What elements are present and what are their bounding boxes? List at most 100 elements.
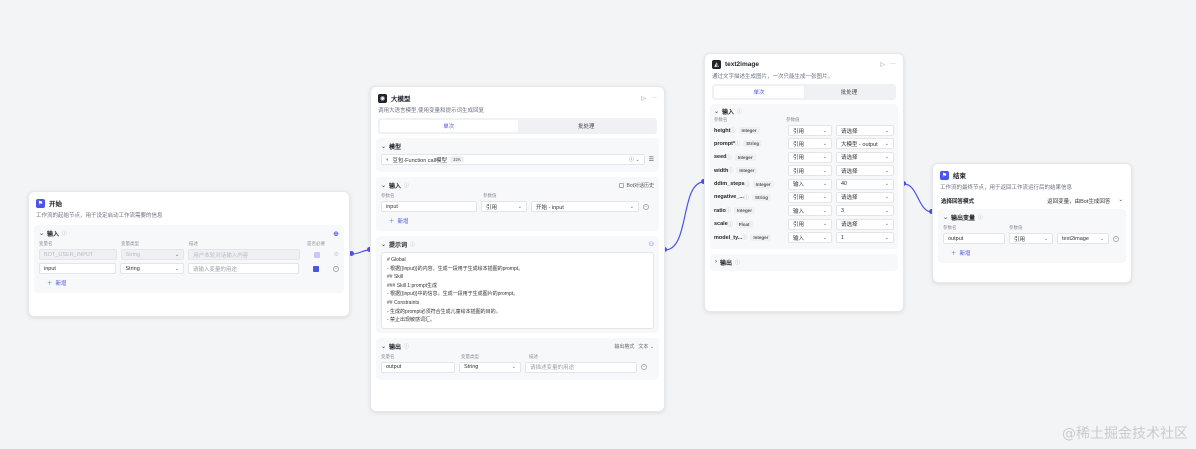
section-title: 输出变量 [951, 216, 976, 222]
info-icon: ⓘ [730, 128, 736, 134]
output-desc-field[interactable]: 请描述变量的用途 [525, 361, 637, 373]
param-mode-select[interactable]: 引用 ⌄ [788, 151, 832, 163]
param-mode-select[interactable]: 引用 ⌄ [788, 138, 832, 150]
chevron-right-icon[interactable]: › [715, 259, 717, 265]
model-select[interactable]: ◐ 豆包·Function call模型 32K ⓘ ⌄ [381, 154, 645, 165]
param-value-select[interactable]: 请选择 ⌄ [836, 125, 894, 136]
prompt-line: ### Skill 1:prompt生成 [387, 282, 438, 289]
prompt-line: - 禁止出现敏感词汇。 [387, 317, 436, 324]
tab-batch[interactable]: 批处理 [804, 86, 894, 98]
plus-icon: ＋ [47, 281, 53, 287]
t2i-input-section: ⌄ 输入 ⓘ 参数名 参数值 height ⓘ Integer 引用 ⌄ 请选择 ⌄ prompt*… [710, 104, 898, 249]
param-value-select[interactable]: 请选择 ⌄ [836, 151, 894, 163]
add-variable-button[interactable]: ＋新增 [39, 277, 75, 289]
remove-icon[interactable]: − [641, 364, 647, 371]
tab-single[interactable]: 单次 [714, 86, 804, 98]
param-mode-select[interactable]: 引用 ⌄ [788, 218, 832, 230]
param-mode-select[interactable]: 引用 ⌄ [788, 125, 832, 136]
col-head: 参数名 [943, 225, 957, 230]
info-icon: ⓘ [978, 215, 984, 221]
variable-type-select[interactable]: String ⌄ [120, 263, 184, 274]
param-mode-select[interactable]: 输入 ⌄ [788, 178, 832, 190]
prompt-helper-icon[interactable]: ⚇ [649, 241, 654, 248]
param-mode-select[interactable]: 输入 ⌄ [788, 205, 832, 217]
model-settings-icon[interactable]: ☰ [649, 156, 654, 163]
section-title: 输入 [722, 110, 735, 116]
prompt-editor[interactable]: # Global - 根据{{input}}的内容，生成一段用于生成绘本插图的p… [381, 252, 654, 329]
llm-node[interactable]: ◉ 大模型 ▷ ··· 调用大语言模型,使用变量和提示词生成回复 单次 批处理 ⌄… [370, 86, 665, 412]
prompt-section: ⌄ 提示词 ⓘ ⚇ # Global - 根据{{input}}的内容，生成一段… [376, 236, 659, 333]
param-mode-select[interactable]: 引用 ⌄ [481, 201, 527, 212]
param-value-select[interactable]: 3 ⌄ [836, 205, 894, 217]
node-description: 工作流的起始节点，用于设定启动工作流需要的信息 [36, 213, 163, 219]
more-icon[interactable]: ··· [890, 61, 896, 68]
t2i-output-section: › 输出 ⓘ [710, 253, 898, 271]
answer-mode-label: 选择回答模式 [941, 199, 975, 205]
mode-tabs: 单次 批处理 [378, 118, 657, 134]
required-checkbox[interactable] [313, 265, 319, 272]
param-value-select[interactable]: 请选择 ⌄ [836, 218, 894, 230]
start-node[interactable]: ⚑ 开始 工作流的起始节点，用于设定启动工作流需要的信息 ⌄ 输入 ⓘ ⊕ 变量… [28, 191, 350, 317]
section-title: 输入 [47, 232, 60, 238]
output-mode-select[interactable]: 引用 ⌄ [1009, 233, 1053, 244]
chevron-down-icon[interactable]: ⌄ [381, 343, 386, 350]
param-type-tag: Integer [734, 153, 756, 161]
tab-batch[interactable]: 批处理 [518, 120, 656, 132]
plus-icon: ＋ [389, 219, 395, 225]
remove-icon[interactable]: − [1113, 235, 1119, 242]
chevron-down-icon[interactable]: ⌄ [381, 182, 386, 189]
add-variable-icon[interactable]: ⊕ [333, 230, 339, 238]
variable-name-field[interactable]: input [39, 263, 117, 274]
col-head: 参数值 [786, 117, 800, 122]
output-name-field[interactable]: output [943, 233, 1005, 244]
output-format-select[interactable]: 文本 ⌄ [638, 343, 654, 350]
output-type-select[interactable]: String ⌄ [459, 361, 521, 373]
end-output-section: ⌄ 输出变量 ⓘ 参数名 参数值 output 引用 ⌄ text2image ⌄ − ＋… [938, 209, 1126, 263]
param-value-select[interactable]: 开始 - input ⌄ [531, 201, 639, 212]
param-mode-select[interactable]: 输入 ⌄ [788, 232, 832, 244]
chevron-down-icon[interactable]: ⌄ [381, 143, 386, 150]
param-mode-select[interactable]: 引用 ⌄ [788, 191, 832, 203]
param-label: seed ⓘ Integer [714, 153, 784, 161]
more-icon[interactable]: ··· [651, 95, 657, 102]
remove-icon[interactable]: − [333, 265, 339, 272]
end-node[interactable]: ⚑ 结束 工作流的最终节点，用于返回工作流运行后的结果信息 选择回答模式 返回变… [932, 163, 1132, 283]
param-value-select[interactable]: 40 ⌄ [836, 178, 894, 190]
section-title: 提示词 [389, 243, 408, 249]
param-label: ratio ⓘ Integer [714, 207, 784, 215]
param-value-select[interactable]: 1 ⌄ [836, 232, 894, 244]
col-head: 描述 [529, 353, 538, 359]
param-type-tag: Integer [750, 234, 772, 242]
bot-history-checkbox[interactable] [619, 183, 625, 188]
param-label: width ⓘ Integer [714, 167, 784, 175]
param-value-select[interactable]: 大模型 - output ⌄ [836, 138, 894, 150]
workflow-canvas[interactable]: ⚑ 开始 工作流的起始节点，用于设定启动工作流需要的信息 ⌄ 输入 ⓘ ⊕ 变量… [0, 0, 1196, 449]
chevron-down-icon[interactable]: ⌄ [39, 230, 44, 237]
output-value-select[interactable]: text2image ⌄ [1057, 233, 1109, 244]
plus-icon: ＋ [951, 251, 957, 257]
text2image-node[interactable]: ◭ text2image ▷ ··· 通过文字描述生成图片，一次只能生成一张图片。… [704, 53, 904, 312]
param-value-select[interactable]: 请选择 ⌄ [836, 165, 894, 177]
run-icon[interactable]: ▷ [641, 95, 646, 102]
info-icon: ⓘ [743, 194, 749, 201]
model-section: ⌄ 模型 ◐ 豆包·Function call模型 32K ⓘ ⌄ ☰ [376, 138, 659, 172]
param-mode-select[interactable]: 引用 ⌄ [788, 165, 832, 177]
param-type-tag: Float [735, 220, 753, 228]
answer-mode-select[interactable]: 返回变量，由Bot生成回答 ⌄ [1047, 197, 1123, 205]
info-icon: ⓘ [742, 235, 748, 242]
node-description: 调用大语言模型,使用变量和提示词生成回复 [378, 108, 485, 114]
tab-single[interactable]: 单次 [380, 120, 518, 132]
run-icon[interactable]: ▷ [880, 61, 885, 68]
variable-desc-field[interactable]: 请输入变量的用途 [187, 263, 299, 274]
llm-icon: ◉ [378, 93, 387, 103]
param-value-select[interactable]: 请选择 ⌄ [836, 191, 894, 203]
add-input-button[interactable]: ＋新增 [381, 215, 417, 227]
param-type-tag: Integer [733, 207, 755, 215]
param-name-field[interactable]: input [381, 201, 477, 212]
chevron-down-icon[interactable]: ⌄ [381, 241, 386, 248]
remove-icon[interactable]: − [643, 203, 649, 210]
add-output-button[interactable]: ＋新增 [943, 247, 979, 259]
chevron-down-icon[interactable]: ⌄ [714, 108, 719, 115]
chevron-down-icon[interactable]: ⌄ [943, 214, 948, 221]
output-name-field[interactable]: output [381, 361, 455, 373]
